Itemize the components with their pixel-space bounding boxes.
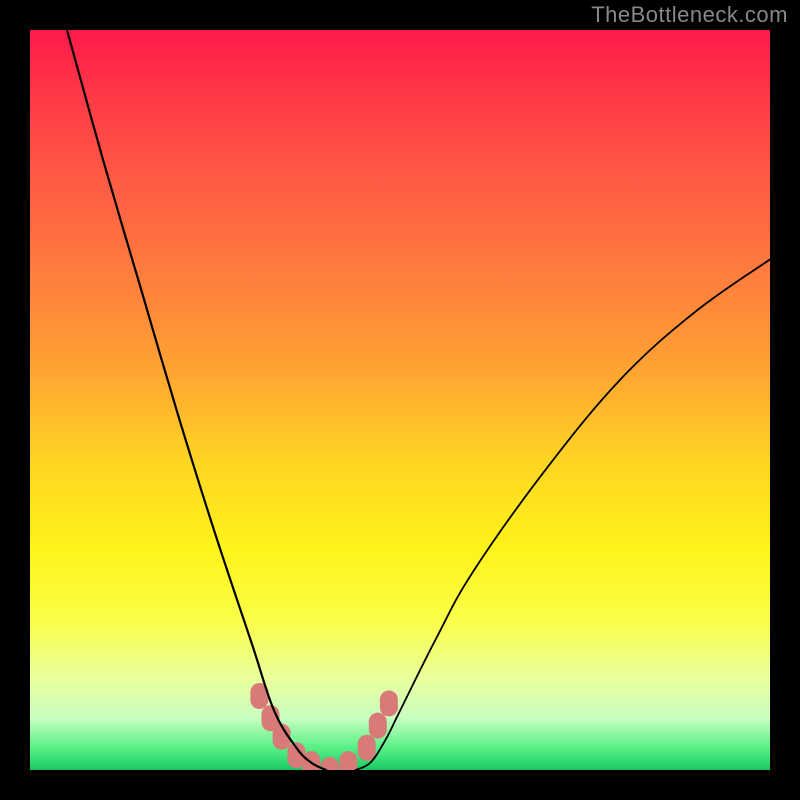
- chart-frame: TheBottleneck.com: [0, 0, 800, 800]
- plot-area: [30, 30, 770, 770]
- valley-marker: [380, 690, 398, 716]
- valley-marker: [369, 713, 387, 739]
- valley-marker: [339, 751, 357, 770]
- curve-layer: [30, 30, 770, 770]
- valley-marker: [358, 735, 376, 761]
- left-bottleneck-curve: [67, 30, 326, 770]
- watermark-text: TheBottleneck.com: [591, 2, 788, 28]
- right-bottleneck-curve: [356, 259, 770, 770]
